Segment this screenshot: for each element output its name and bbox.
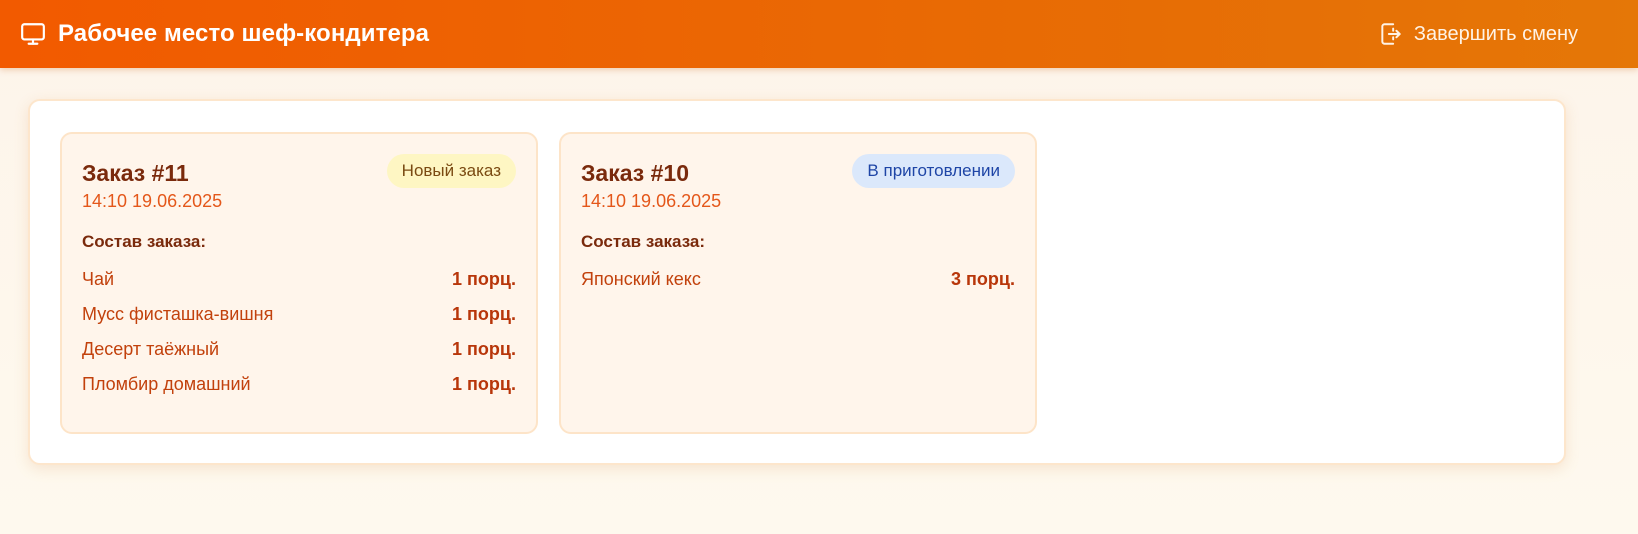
end-shift-button[interactable]: Завершить смену (1378, 21, 1578, 47)
app-header: Рабочее место шеф-кондитера Завершить см… (0, 0, 1638, 68)
composition-label: Состав заказа: (581, 232, 706, 251)
list-item: Чай 1 порц. (82, 262, 516, 297)
brand: Рабочее место шеф-кондитера (20, 20, 429, 48)
list-item: Пломбир домашний 1 порц. (82, 367, 516, 402)
logout-icon (1378, 21, 1404, 47)
item-qty: 3 порц. (951, 269, 1015, 289)
order-items: Чай 1 порц. Мусс фисташка-вишня 1 порц. … (82, 262, 516, 402)
item-qty: 1 порц. (452, 339, 516, 359)
order-items: Японский кекс 3 порц. (581, 262, 1015, 297)
item-name: Японский кекс (581, 269, 701, 289)
item-qty: 1 порц. (452, 304, 516, 324)
orders-panel: Заказ #11 14:10 19.06.2025 Новый заказ С… (28, 99, 1566, 465)
order-card[interactable]: Заказ #10 14:10 19.06.2025 В приготовлен… (559, 132, 1037, 434)
status-badge: В приготовлении (852, 154, 1015, 188)
item-name: Десерт таёжный (82, 339, 220, 359)
order-time: 14:10 19.06.2025 (581, 191, 722, 211)
item-qty: 1 порц. (452, 374, 516, 394)
page-title: Рабочее место шеф-кондитера (58, 20, 430, 47)
item-qty: 1 порц. (452, 269, 516, 289)
list-item: Мусс фисташка-вишня 1 порц. (82, 297, 516, 332)
composition-label: Состав заказа: (82, 232, 207, 251)
item-name: Чай (82, 269, 115, 289)
end-shift-label: Завершить смену (1413, 22, 1578, 45)
order-time: 14:10 19.06.2025 (82, 191, 223, 211)
order-title: Заказ #11 (82, 160, 189, 186)
item-name: Мусс фисташка-вишня (82, 304, 274, 324)
list-item: Десерт таёжный 1 порц. (82, 332, 516, 367)
order-card[interactable]: Заказ #11 14:10 19.06.2025 Новый заказ С… (60, 132, 538, 434)
item-name: Пломбир домашний (82, 374, 251, 394)
list-item: Японский кекс 3 порц. (581, 262, 1015, 297)
monitor-icon (20, 21, 46, 47)
status-badge: Новый заказ (386, 154, 516, 188)
order-title: Заказ #10 (581, 160, 689, 186)
